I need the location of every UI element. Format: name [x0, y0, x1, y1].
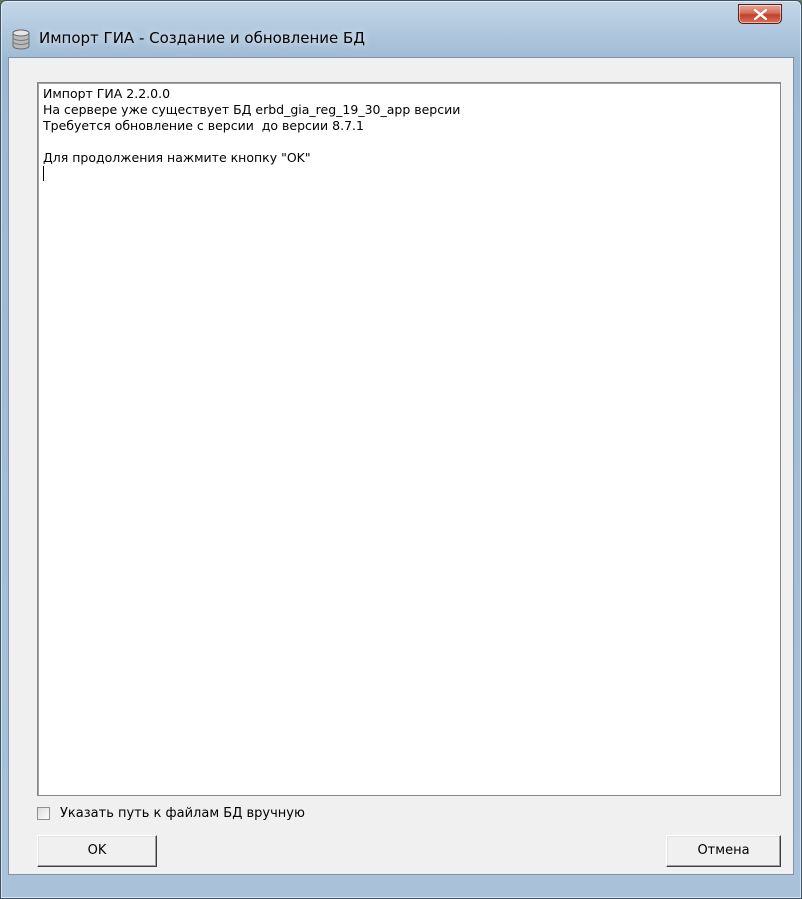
manual-path-checkbox[interactable]	[37, 806, 50, 820]
text-caret	[43, 166, 44, 181]
log-textarea[interactable]: Импорт ГИА 2.2.0.0 На сервере уже сущест…	[37, 82, 781, 796]
manual-path-option[interactable]: Указать путь к файлам БД вручную	[37, 804, 305, 822]
manual-path-label[interactable]: Указать путь к файлам БД вручную	[60, 806, 305, 821]
log-line: Импорт ГИА 2.2.0.0	[43, 86, 171, 101]
log-line: На сервере уже существует БД erbd_gia_re…	[43, 102, 461, 117]
ok-button[interactable]: OK	[37, 835, 157, 867]
dialog-client-area: Импорт ГИА 2.2.0.0 На сервере уже сущест…	[8, 57, 794, 875]
cancel-button[interactable]: Отмена	[666, 835, 781, 867]
log-caret-line	[43, 166, 775, 182]
log-line: Требуется обновление с версии до версии …	[43, 118, 364, 133]
database-icon	[11, 29, 31, 51]
window-title: Импорт ГИА - Создание и обновление БД	[39, 29, 366, 47]
close-button[interactable]	[738, 4, 782, 24]
log-line: Для продолжения нажмите кнопку "OK"	[43, 150, 311, 165]
dialog-window: Импорт ГИА - Создание и обновление БД Им…	[0, 0, 802, 899]
close-icon	[754, 9, 767, 20]
title-bar[interactable]: Импорт ГИА - Создание и обновление БД	[1, 1, 801, 57]
